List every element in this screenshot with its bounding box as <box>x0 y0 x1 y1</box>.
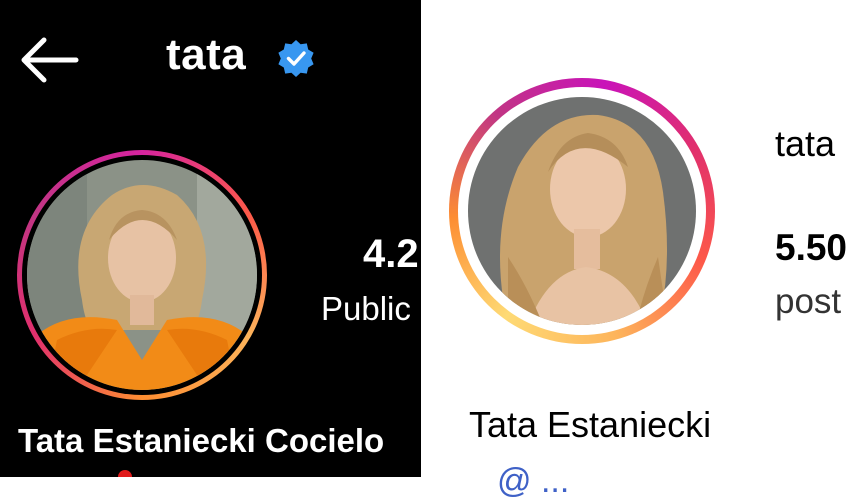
profile-username: tata <box>775 123 836 164</box>
profile-display-name-desktop: Tata Estaniecki <box>469 404 712 445</box>
stat-label[interactable]: Public <box>321 290 411 328</box>
bio-mention-link[interactable]: @ ... <box>497 462 569 501</box>
posts-count[interactable]: 5.50 <box>775 227 847 269</box>
arrow-left-icon <box>21 37 79 83</box>
status-dot <box>118 470 132 477</box>
profile-avatar-desktop <box>468 97 696 325</box>
stat-count[interactable]: 4.2 <box>363 232 419 277</box>
profile-story-ring[interactable] <box>17 150 267 400</box>
back-button[interactable] <box>18 36 80 84</box>
posts-label[interactable]: post <box>775 282 841 322</box>
verified-badge-icon <box>278 40 314 77</box>
profile-story-ring-desktop[interactable] <box>449 78 715 344</box>
profile-avatar <box>27 160 257 390</box>
profile-display-name: Tata Estaniecki Cocielo <box>18 422 385 459</box>
mobile-profile-panel: tata 4.2 Public Tata Estaniecki Cocielo <box>0 0 421 477</box>
profile-username-title: tata <box>166 30 247 79</box>
